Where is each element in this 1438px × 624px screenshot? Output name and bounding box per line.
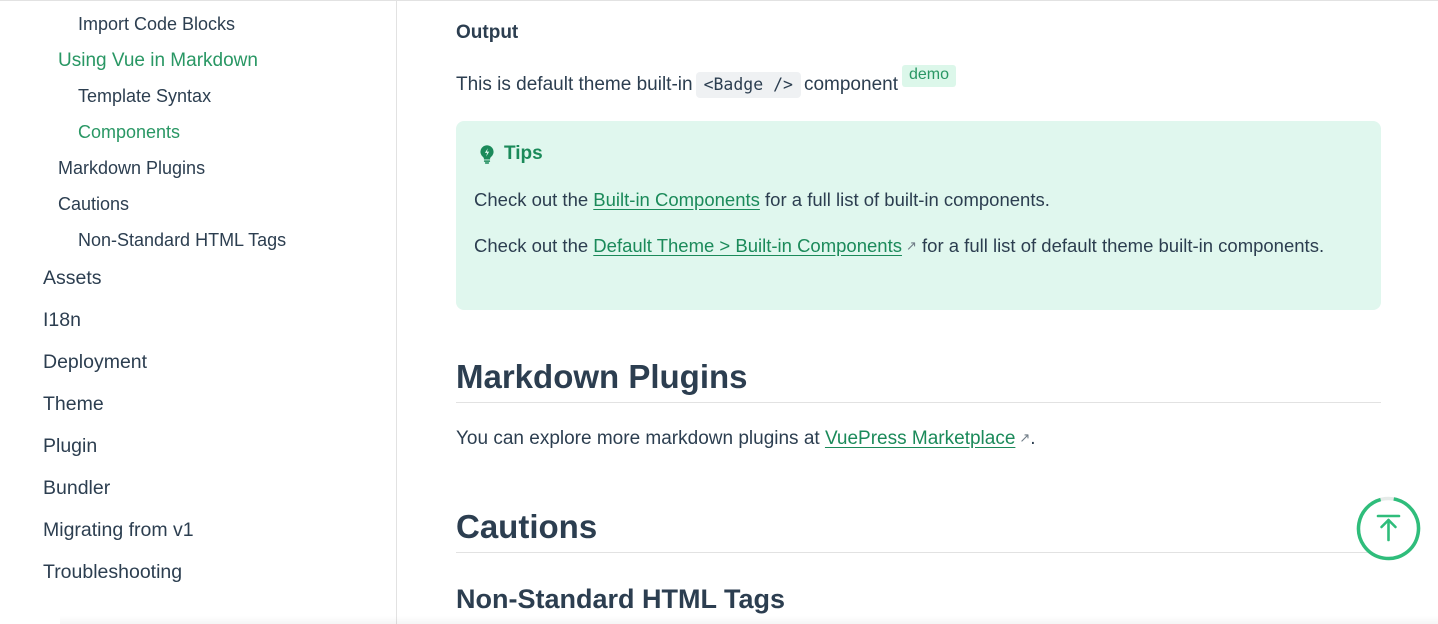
page: Import Code Blocks Using Vue in Markdown… xyxy=(0,0,1438,624)
external-link-icon: ↗ xyxy=(905,238,917,253)
tip-p2-before: Check out the xyxy=(474,235,589,256)
sidebar: Import Code Blocks Using Vue in Markdown… xyxy=(0,1,397,624)
sidebar-item-using-vue-in-markdown[interactable]: Using Vue in Markdown xyxy=(58,51,258,70)
sidebar-item-migrating-from-v1[interactable]: Migrating from v1 xyxy=(43,520,194,541)
external-link-icon: ↗ xyxy=(1019,430,1031,445)
tip-p1-before: Check out the xyxy=(474,189,589,210)
sidebar-item-assets[interactable]: Assets xyxy=(43,268,102,289)
markdown-plugins-heading: Markdown Plugins xyxy=(456,358,748,395)
tip-p2-after: for a full list of default theme built-i… xyxy=(922,235,1325,256)
sidebar-item-components[interactable]: Components xyxy=(78,123,180,141)
default-theme-built-in-components-link[interactable]: Default Theme > Built-in Components xyxy=(593,235,902,256)
heading-divider xyxy=(456,402,1381,403)
sidebar-item-troubleshooting[interactable]: Troubleshooting xyxy=(43,562,182,583)
back-to-top-button[interactable] xyxy=(1356,496,1421,561)
tip-paragraph-2: Check out the Default Theme > Built-in C… xyxy=(474,232,1354,259)
markdown-plugins-paragraph: You can explore more markdown plugins at… xyxy=(456,428,1036,450)
tip-p1-after: for a full list of built-in components. xyxy=(765,189,1050,210)
tip-title: Tips xyxy=(478,143,543,165)
arrow-up-icon xyxy=(1356,496,1421,561)
sidebar-item-i18n[interactable]: I18n xyxy=(43,310,81,331)
heading-divider xyxy=(456,552,1381,553)
badge-inline-code: <Badge /> xyxy=(695,72,801,98)
sidebar-item-bundler[interactable]: Bundler xyxy=(43,478,110,499)
sidebar-item-non-standard-html-tags[interactable]: Non-Standard HTML Tags xyxy=(78,231,286,249)
demo-badge: demo xyxy=(901,65,957,87)
non-standard-html-tags-heading: Non-Standard HTML Tags xyxy=(456,584,785,614)
sidebar-item-markdown-plugins[interactable]: Markdown Plugins xyxy=(58,159,205,177)
tip-paragraph-1: Check out the Built-in Components for a … xyxy=(474,186,1354,213)
output-text-before: This is default theme built-in xyxy=(456,74,693,96)
vuepress-marketplace-link[interactable]: VuePress Marketplace xyxy=(825,428,1015,449)
sidebar-item-import-code-blocks[interactable]: Import Code Blocks xyxy=(78,15,235,33)
cautions-heading: Cautions xyxy=(456,508,598,545)
markdown-plugins-period: . xyxy=(1030,428,1036,449)
tip-title-text: Tips xyxy=(504,143,543,164)
output-text-after: component xyxy=(803,74,898,96)
sidebar-item-cautions[interactable]: Cautions xyxy=(58,195,129,213)
built-in-components-link[interactable]: Built-in Components xyxy=(593,189,760,210)
sidebar-item-plugin[interactable]: Plugin xyxy=(43,436,97,457)
sidebar-item-template-syntax[interactable]: Template Syntax xyxy=(78,87,211,105)
main-content: Output This is default theme built-in <Ba… xyxy=(398,1,1438,624)
tip-container: Tips Check out the Built-in Components f… xyxy=(456,121,1381,310)
bottom-shadow xyxy=(60,616,1438,624)
markdown-plugins-text: You can explore more markdown plugins at xyxy=(456,428,820,449)
lightbulb-icon xyxy=(480,145,494,164)
output-paragraph: This is default theme built-in <Badge /> c… xyxy=(456,65,957,98)
sidebar-item-theme[interactable]: Theme xyxy=(43,394,104,415)
output-heading: Output xyxy=(456,22,519,43)
sidebar-item-deployment[interactable]: Deployment xyxy=(43,352,147,373)
